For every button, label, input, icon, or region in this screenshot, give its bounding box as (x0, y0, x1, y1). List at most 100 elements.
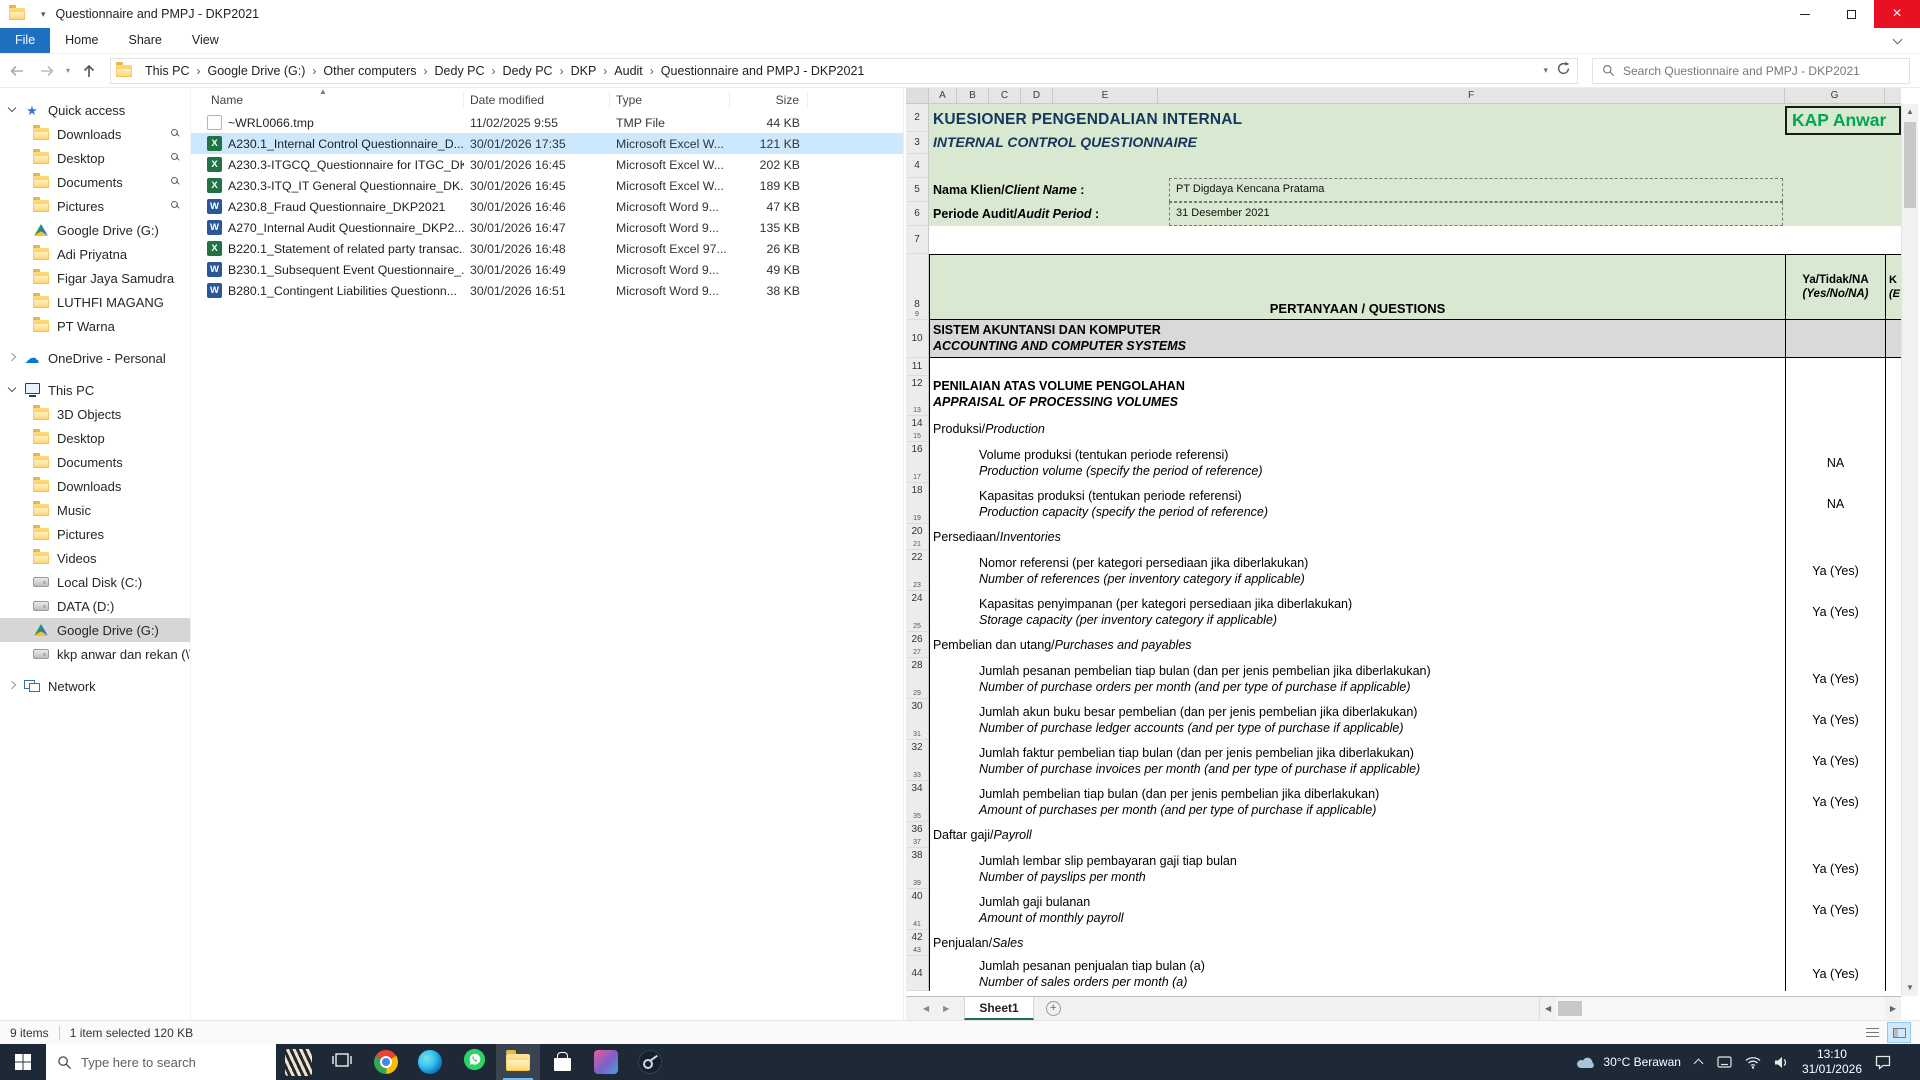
taskbar-app-photos[interactable] (584, 1044, 628, 1080)
breadcrumb-item-google-drive-g[interactable]: Google Drive (G:) (202, 62, 310, 80)
explorer-search-input[interactable]: Search Questionnaire and PMPJ - DKP2021 (1592, 58, 1910, 84)
sidebar-item-figar-jaya-samudra[interactable]: Figar Jaya Samudra (0, 266, 190, 290)
answer-cell[interactable]: NA (1786, 483, 1886, 524)
row-number-cell[interactable]: 1213 (906, 376, 929, 416)
column-header-a[interactable]: A (929, 88, 957, 103)
action-center-icon[interactable] (1875, 1055, 1891, 1070)
column-header-date-modified[interactable]: Date modified (464, 91, 610, 109)
scroll-up-icon[interactable]: ▲ (1902, 104, 1918, 120)
breadcrumb-item-dkp[interactable]: DKP (566, 62, 602, 80)
volume-icon[interactable] (1774, 1056, 1789, 1069)
answer-cell[interactable]: Ya (Yes) (1786, 781, 1886, 822)
vertical-scrollbar[interactable]: ▲ ▼ (1901, 104, 1918, 996)
sidebar-item-documents[interactable]: Documents (0, 450, 190, 474)
row-number-cell[interactable]: 4 (906, 154, 929, 178)
sidebar-item-desktop[interactable]: Desktop (0, 146, 190, 170)
file-row[interactable]: XA230.3-ITQ_IT General Questionnaire_DK.… (191, 175, 903, 196)
sidebar-item-kkp-anwar-dan-rekan-1[interactable]: kkp anwar dan rekan (\\1 (0, 642, 190, 666)
network-icon[interactable] (1745, 1056, 1761, 1069)
row-number-cell[interactable]: 3031 (906, 699, 929, 740)
chevron-down-icon[interactable] (6, 105, 20, 115)
row-number-cell[interactable]: 4041 (906, 889, 929, 930)
sidebar-item-documents[interactable]: Documents (0, 170, 190, 194)
taskbar-app-chrome[interactable] (364, 1044, 408, 1080)
answer-cell[interactable]: Ya (Yes) (1786, 848, 1886, 889)
answer-cell[interactable]: Ya (Yes) (1786, 658, 1886, 699)
sidebar-section-onedrive-personal[interactable]: ☁OneDrive - Personal (0, 346, 190, 370)
chevron-right-icon[interactable] (6, 353, 20, 363)
quick-access-toolbar-chevron-icon[interactable]: ▾ (41, 9, 46, 20)
sidebar-item-downloads[interactable]: Downloads (0, 474, 190, 498)
sidebar-item-google-drive-g[interactable]: Google Drive (G:) (0, 218, 190, 242)
hidden-icons-chevron-icon[interactable] (1694, 1058, 1704, 1066)
field-value[interactable]: 31 Desember 2021 (1169, 202, 1783, 226)
row-number-cell[interactable]: 44 (906, 956, 929, 991)
breadcrumb-separator-icon[interactable]: › (648, 64, 656, 78)
minimize-button[interactable] (1782, 0, 1828, 28)
scroll-right-icon[interactable]: ▶ (1885, 1004, 1901, 1013)
horizontal-scroll-thumb[interactable] (1558, 1001, 1582, 1016)
taskbar-search-input[interactable]: Type here to search (46, 1044, 276, 1080)
breadcrumb-item-this-pc[interactable]: This PC (140, 62, 194, 80)
taskbar-app-microsoft-store[interactable] (540, 1044, 584, 1080)
sheet-prev-icon[interactable]: ◀ (916, 1004, 936, 1013)
file-row[interactable]: WA270_Internal Audit Questionnaire_DKP2.… (191, 217, 903, 238)
touch-keyboard-icon[interactable] (1717, 1056, 1732, 1068)
taskbar-app-whatsapp[interactable] (452, 1044, 496, 1080)
row-number-cell[interactable]: 1819 (906, 483, 929, 524)
file-row[interactable]: WB230.1_Subsequent Event Questionnaire_.… (191, 259, 903, 280)
expand-ribbon-chevron-icon[interactable] (1893, 36, 1902, 45)
sidebar-item-music[interactable]: Music (0, 498, 190, 522)
sidebar-section-quick-access[interactable]: ★Quick access (0, 98, 190, 122)
sheet-next-icon[interactable]: ▶ (936, 1004, 956, 1013)
sidebar-item-pt-warna[interactable]: PT Warna (0, 314, 190, 338)
refresh-button[interactable] (1556, 61, 1571, 81)
vertical-scroll-thumb[interactable] (1904, 122, 1916, 208)
maximize-button[interactable] (1828, 0, 1874, 28)
add-sheet-button[interactable]: + (1046, 1001, 1061, 1016)
menu-tab-view[interactable]: View (177, 28, 234, 53)
row-number-cell[interactable]: 2627 (906, 632, 929, 658)
sidebar-item-data-d[interactable]: DATA (D:) (0, 594, 190, 618)
field-value[interactable]: PT Digdaya Kencana Pratama (1169, 178, 1783, 202)
close-button[interactable]: × (1874, 0, 1920, 28)
column-header-g[interactable]: G (1785, 88, 1885, 103)
horizontal-scrollbar[interactable]: ◀ ▶ (1539, 997, 1901, 1020)
breadcrumb-separator-icon[interactable]: › (558, 64, 566, 78)
sidebar-item-luthfi-magang[interactable]: LUTHFI MAGANG (0, 290, 190, 314)
menu-tab-file[interactable]: File (0, 28, 50, 53)
sidebar-item-desktop[interactable]: Desktop (0, 426, 190, 450)
breadcrumb-item-questionnaire-and-pmpj-dkp2021[interactable]: Questionnaire and PMPJ - DKP2021 (656, 62, 870, 80)
answer-cell[interactable]: Ya (Yes) (1786, 956, 1886, 991)
menu-tab-home[interactable]: Home (50, 28, 113, 53)
column-header-size[interactable]: Size (730, 91, 808, 109)
row-number-cell[interactable]: 2829 (906, 658, 929, 699)
sidebar-item-local-disk-c[interactable]: Local Disk (C:) (0, 570, 190, 594)
file-row[interactable]: WA230.8_Fraud Questionnaire_DKP202130/01… (191, 196, 903, 217)
row-number-cell[interactable]: 2 (906, 104, 929, 132)
sidebar-item-google-drive-g[interactable]: Google Drive (G:) (0, 618, 190, 642)
breadcrumb-item-dedy-pc[interactable]: Dedy PC (498, 62, 558, 80)
column-header-e[interactable]: E (1053, 88, 1158, 103)
file-row[interactable]: XA230.1_Internal Control Questionnaire_D… (191, 133, 903, 154)
sidebar-section-network[interactable]: Network (0, 674, 190, 698)
row-number-cell[interactable]: 3 (906, 132, 929, 154)
row-number-cell[interactable]: 11 (906, 358, 929, 376)
breadcrumb-separator-icon[interactable]: › (310, 64, 318, 78)
row-number-cell[interactable]: 4243 (906, 930, 929, 956)
address-dropdown-chevron-icon[interactable]: ▾ (1543, 65, 1548, 76)
column-header-c[interactable]: C (989, 88, 1021, 103)
row-number-cell[interactable]: 89 (906, 254, 929, 320)
recent-locations-chevron-icon[interactable]: ▾ (66, 66, 70, 75)
weather-widget[interactable]: 30°C Berawan (1576, 1055, 1681, 1069)
row-number-cell[interactable]: 1415 (906, 416, 929, 442)
taskbar-app-file-explorer[interactable] (496, 1044, 540, 1080)
start-button[interactable] (0, 1044, 46, 1080)
sheet-tab-sheet1[interactable]: Sheet1 (964, 997, 1033, 1020)
chevron-down-icon[interactable] (6, 385, 20, 395)
row-number-cell[interactable]: 2021 (906, 524, 929, 550)
back-button[interactable] (4, 58, 30, 84)
file-row[interactable]: XB220.1_Statement of related party trans… (191, 238, 903, 259)
row-number-cell[interactable]: 10 (906, 320, 929, 358)
breadcrumb-item-dedy-pc[interactable]: Dedy PC (430, 62, 490, 80)
